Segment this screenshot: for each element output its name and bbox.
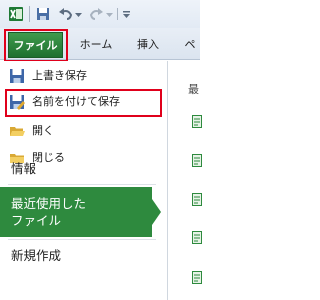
excel-logo-icon <box>9 7 23 21</box>
redo-dropdown-icon[interactable] <box>106 6 113 22</box>
recent-document-icon[interactable] <box>192 271 202 284</box>
open-folder-icon <box>10 127 25 136</box>
overwrite-save-command[interactable]: 上書き保存 <box>0 64 160 88</box>
section-divider <box>8 239 156 240</box>
undo-icon[interactable] <box>58 6 74 22</box>
overwrite-save-label: 上書き保存 <box>32 69 87 82</box>
info-section[interactable]: 情報 <box>0 154 160 184</box>
tab-insert[interactable]: 挿入 <box>130 34 166 56</box>
open-label: 開く <box>32 124 54 137</box>
redo-icon[interactable] <box>88 6 104 22</box>
selected-arrow-indicator <box>152 199 161 225</box>
quick-access-toolbar <box>0 0 200 28</box>
tab-page-layout[interactable]: ペ <box>180 34 200 56</box>
toolbar-separator <box>29 6 30 22</box>
recent-document-icon[interactable] <box>192 115 202 128</box>
file-tab-highlight-box <box>4 29 68 62</box>
toolbar-separator <box>117 8 118 20</box>
section-divider <box>8 184 156 185</box>
open-command[interactable]: 開く <box>0 119 160 143</box>
recent-document-icon[interactable] <box>192 193 202 206</box>
undo-dropdown-icon[interactable] <box>75 6 82 22</box>
recent-document-icon[interactable] <box>192 154 202 167</box>
recent-files-pane: 最 <box>168 61 202 300</box>
save-as-highlight-box <box>5 89 162 117</box>
tab-home[interactable]: ホーム <box>72 34 120 56</box>
save-icon <box>10 69 24 83</box>
save-icon[interactable] <box>36 6 50 22</box>
recent-files-label-line2: ファイル <box>11 213 62 228</box>
recent-files-section[interactable]: 最近使用した ファイル <box>0 187 152 237</box>
recent-pane-title: 最 <box>188 83 199 96</box>
recent-files-label-line1: 最近使用した <box>11 196 87 211</box>
recent-document-icon[interactable] <box>192 231 202 244</box>
customize-toolbar-icon[interactable] <box>122 6 131 22</box>
new-section[interactable]: 新規作成 <box>0 241 160 271</box>
